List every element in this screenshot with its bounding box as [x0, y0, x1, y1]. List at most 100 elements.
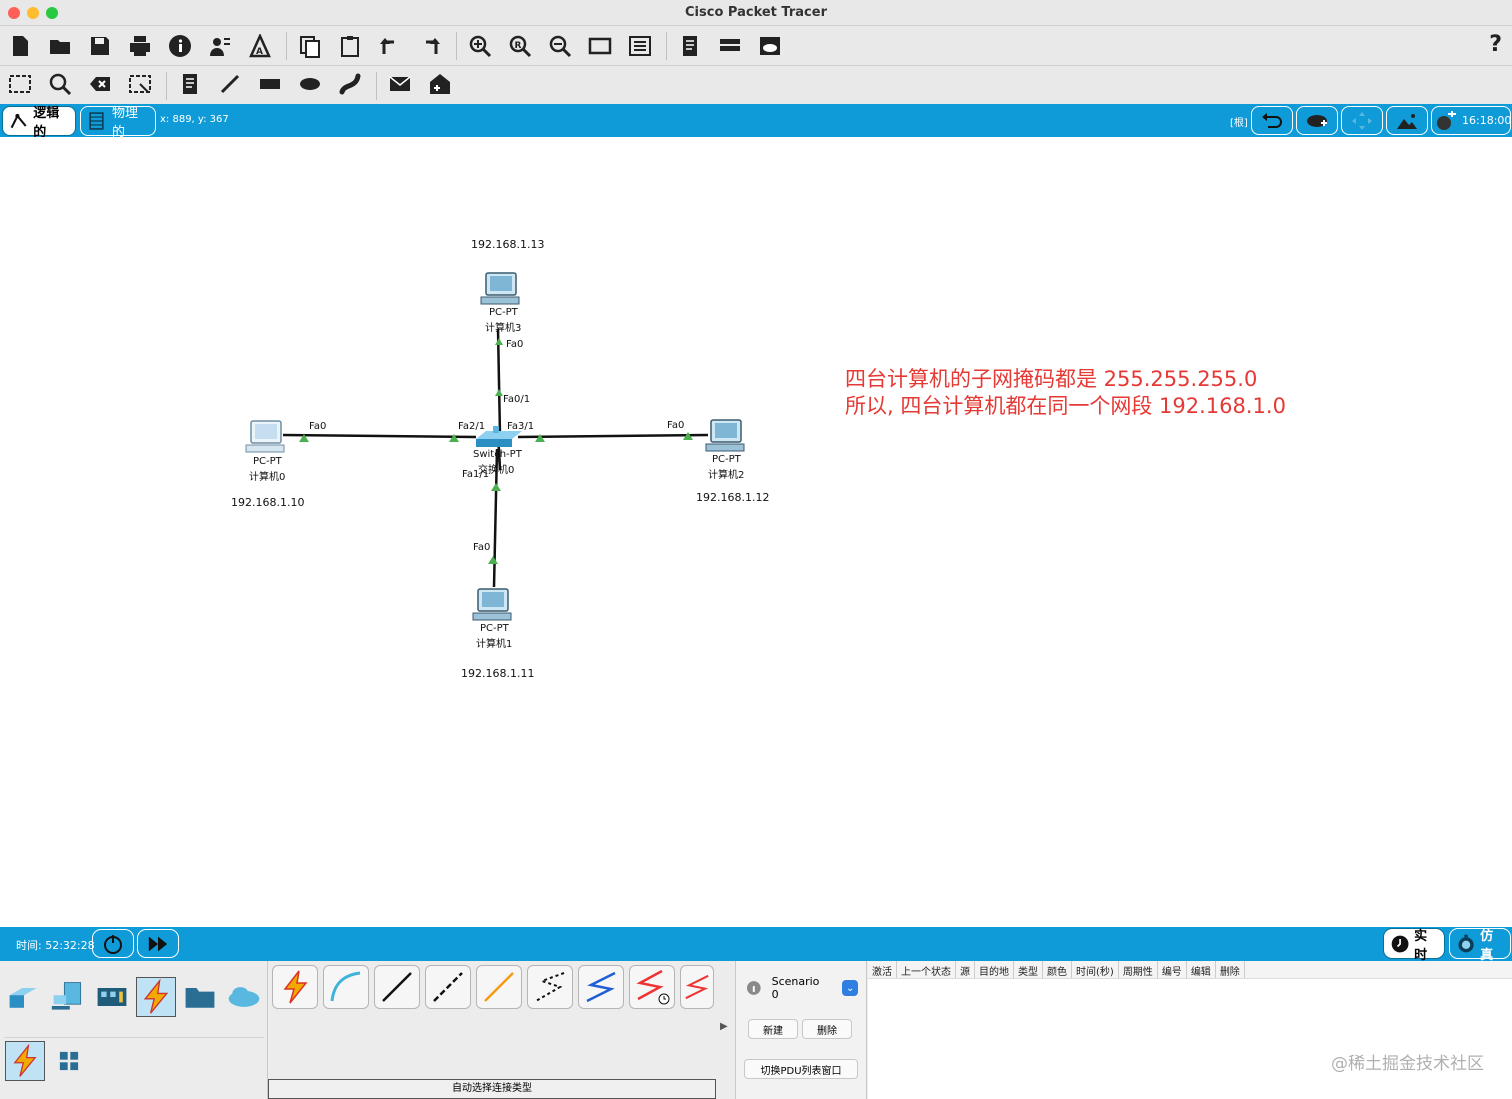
back-button[interactable]: [1251, 106, 1293, 135]
draw-ellipse-icon[interactable]: [296, 70, 324, 98]
info-icon[interactable]: [166, 32, 194, 60]
port-label-switch-fa2-1: Fa2/1: [458, 421, 486, 432]
network-info-icon[interactable]: A: [246, 32, 274, 60]
pc3-device[interactable]: [480, 272, 520, 305]
link-light: [495, 389, 503, 396]
grid-subtype-icon[interactable]: [49, 1041, 89, 1081]
fiber-cable-icon[interactable]: [476, 965, 522, 1009]
toggle-pdu-list-button[interactable]: 切换PDU列表窗口: [744, 1059, 858, 1079]
set-background-button[interactable]: [1386, 106, 1428, 135]
zoom-reset-icon[interactable]: R: [506, 32, 534, 60]
add-complex-pdu-icon[interactable]: [426, 70, 454, 98]
link-light: [491, 483, 501, 491]
zoom-out-icon[interactable]: [546, 32, 574, 60]
pdu-header-color[interactable]: 颜色: [1043, 961, 1072, 978]
new-cluster-button[interactable]: [1296, 106, 1338, 135]
window-title: Cisco Packet Tracer: [685, 5, 827, 20]
delete-scenario-button[interactable]: 删除: [802, 1019, 852, 1039]
miscellaneous-category-icon[interactable]: [180, 977, 220, 1017]
crossover-cable-icon[interactable]: [425, 965, 471, 1009]
link-pc2-switch[interactable]: [517, 433, 709, 439]
pc3-ip-label: 192.168.1.13: [471, 238, 545, 251]
simulation-mode-button[interactable]: 仿真: [1449, 928, 1511, 963]
help-icon[interactable]: ?: [1489, 32, 1502, 57]
scenario-info-icon: [746, 981, 761, 995]
drawing-palette-icon[interactable]: [586, 32, 614, 60]
open-folder-icon[interactable]: [46, 32, 74, 60]
collapse-arrow-icon[interactable]: ▶: [720, 1021, 728, 1032]
console-cable-icon[interactable]: [323, 965, 369, 1009]
pc1-device[interactable]: [472, 588, 512, 621]
serial-dte-cable-icon[interactable]: [680, 965, 714, 1009]
serial-dce-cable-icon[interactable]: [629, 965, 675, 1009]
logical-workspace[interactable]: 192.168.1.13 192.168.1.10 192.168.1.12 1…: [0, 137, 1512, 927]
pdu-header-last-status[interactable]: 上一个状态: [897, 961, 956, 978]
svg-text:A: A: [256, 47, 263, 57]
pdu-list-header: 激活 上一个状态 源 目的地 类型 颜色 时间(秒) 周期性 编号 编辑 删除: [868, 961, 1512, 979]
pdu-header-number[interactable]: 编号: [1158, 961, 1187, 978]
custom-devices-icon[interactable]: [626, 32, 654, 60]
components-category-icon[interactable]: [92, 977, 132, 1017]
realtime-mode-button[interactable]: 实时: [1383, 928, 1445, 963]
note-text[interactable]: 四台计算机的子网掩码都是 255.255.255.0 所以, 四台计算机都在同一…: [845, 366, 1286, 420]
connections-category-icon[interactable]: [136, 977, 176, 1017]
pdu-header-delete[interactable]: 删除: [1216, 961, 1245, 978]
add-simple-pdu-icon[interactable]: [386, 70, 414, 98]
multiuser-category-icon[interactable]: [224, 977, 264, 1017]
redo-icon[interactable]: [416, 32, 444, 60]
network-devices-category-icon[interactable]: [4, 977, 44, 1017]
scenario-select[interactable]: Scenario 0 ⌄: [746, 975, 859, 1001]
cursor-coordinates: x: 889, y: 367: [160, 114, 229, 125]
pdu-list-panel: 激活 上一个状态 源 目的地 类型 颜色 时间(秒) 周期性 编号 编辑 删除 …: [868, 961, 1512, 1099]
inspect-icon[interactable]: [46, 70, 74, 98]
end-devices-category-icon[interactable]: [48, 977, 88, 1017]
move-arrows-icon: [1352, 111, 1372, 130]
pdu-header-time[interactable]: 时间(秒): [1072, 961, 1119, 978]
zoom-in-icon[interactable]: [466, 32, 494, 60]
coaxial-cable-icon[interactable]: [578, 965, 624, 1009]
print-icon[interactable]: [126, 32, 154, 60]
note-icon[interactable]: [176, 70, 204, 98]
logical-topology-icon: [10, 113, 27, 129]
watermark: @稀土掘金技术社区: [1331, 1054, 1484, 1074]
user-profile-icon[interactable]: [206, 32, 234, 60]
switch-model-label: Switch-PT: [473, 449, 522, 460]
new-scenario-button[interactable]: 新建: [748, 1019, 798, 1039]
pc0-device[interactable]: [245, 420, 285, 453]
tab-logical[interactable]: 逻辑的: [2, 106, 76, 140]
power-cycle-button[interactable]: [92, 929, 134, 958]
power-cycle-icon: [104, 934, 122, 954]
new-file-icon[interactable]: [6, 32, 34, 60]
pdu-header-edit[interactable]: 编辑: [1187, 961, 1216, 978]
save-icon[interactable]: [86, 32, 114, 60]
select-icon[interactable]: [6, 70, 34, 98]
workspace-bar: 逻辑的 物理的 x: 889, y: 367 [根] 16:18:00: [0, 104, 1512, 140]
pc2-device[interactable]: [705, 419, 745, 452]
pdu-header-periodic[interactable]: 周期性: [1119, 961, 1158, 978]
network-device-icon[interactable]: [716, 32, 744, 60]
delete-icon[interactable]: [86, 70, 114, 98]
notes-icon[interactable]: [676, 32, 704, 60]
resize-icon[interactable]: [126, 70, 154, 98]
phone-cable-icon[interactable]: [527, 965, 573, 1009]
pdu-header-destination[interactable]: 目的地: [975, 961, 1014, 978]
straight-through-cable-icon[interactable]: [374, 965, 420, 1009]
freeform-icon[interactable]: [336, 70, 364, 98]
connections-subtype-icon[interactable]: [5, 1041, 45, 1081]
cloud-view-icon[interactable]: [756, 32, 784, 60]
pdu-header-active[interactable]: 激活: [868, 961, 897, 978]
move-object-button[interactable]: [1341, 106, 1383, 135]
copy-icon[interactable]: [296, 32, 324, 60]
time-text: 时间: 52:32:28: [16, 939, 95, 952]
draw-line-icon[interactable]: [216, 70, 244, 98]
tab-physical[interactable]: 物理的: [80, 106, 156, 140]
pdu-header-type[interactable]: 类型: [1014, 961, 1043, 978]
undo-icon[interactable]: [376, 32, 404, 60]
fast-forward-button[interactable]: [137, 929, 179, 958]
clock-time: 16:18:00: [1462, 114, 1512, 127]
draw-rectangle-icon[interactable]: [256, 70, 284, 98]
auto-connection-icon[interactable]: [272, 965, 318, 1009]
pdu-header-source[interactable]: 源: [956, 961, 975, 978]
link-pc0-switch[interactable]: [282, 433, 477, 439]
paste-icon[interactable]: [336, 32, 364, 60]
